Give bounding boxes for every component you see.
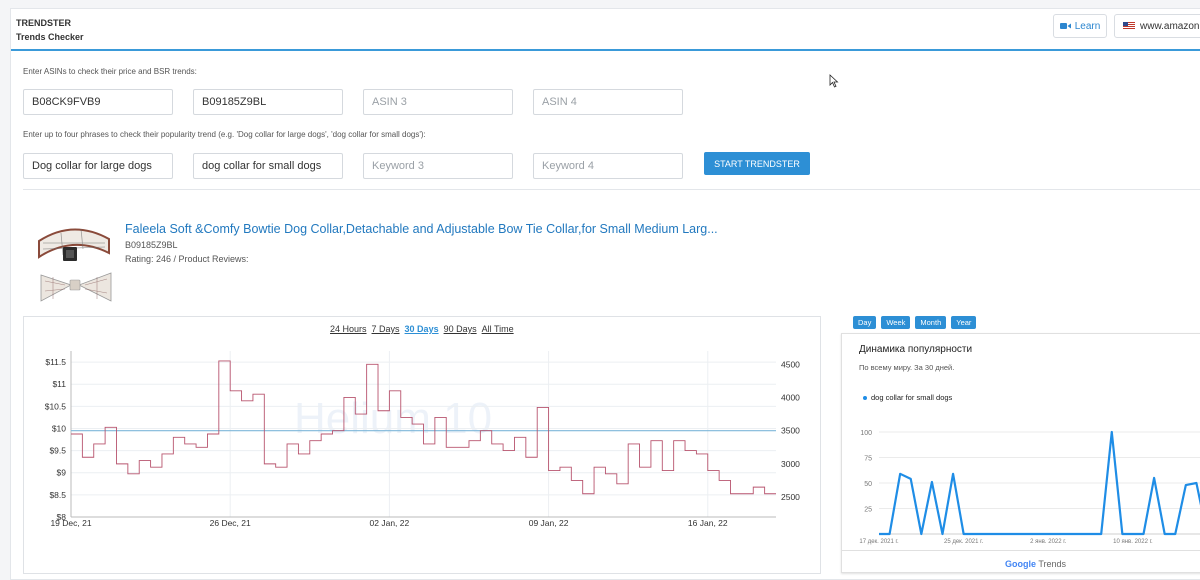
- bsr-line: [71, 360, 776, 495]
- x-tick-label: 26 Dec, 21: [210, 518, 251, 528]
- trend-period-selector: Day Week Month Year: [853, 316, 977, 329]
- y-left-tick-label: $9: [57, 468, 67, 478]
- trends-wordmark: Trends: [1038, 559, 1067, 569]
- y-right-tick-label: 2500: [781, 492, 800, 502]
- period-year-button[interactable]: Year: [951, 316, 977, 329]
- learn-button[interactable]: Learn: [1053, 14, 1107, 38]
- app-name: TRENDSTER: [16, 18, 72, 28]
- keyword-input-1[interactable]: [23, 153, 173, 179]
- price-bsr-chart-panel: 24 Hours 7 Days 30 Days 90 Days All Time…: [23, 316, 821, 574]
- product-rating: Rating: 246 / Product Reviews:: [125, 254, 249, 264]
- x-tick-label: 17 дек. 2021 г.: [859, 539, 899, 545]
- app-window: TRENDSTER Trends Checker Learn www.amazo…: [10, 8, 1200, 580]
- section-divider: [23, 189, 1200, 190]
- x-tick-label: 2 янв. 2022 г.: [1030, 539, 1067, 545]
- trends-title: Динамика популярности: [859, 344, 973, 355]
- asin-input-3[interactable]: [363, 89, 513, 115]
- y-left-tick-label: $9.5: [49, 446, 66, 456]
- y-left-tick-label: $10: [52, 423, 66, 433]
- marketplace-label: www.amazon.c: [1140, 20, 1200, 32]
- y-tick-label: 50: [864, 481, 872, 488]
- asin-input-4[interactable]: [533, 89, 683, 115]
- trends-subtitle: По всему миру. За 30 дней.: [859, 363, 955, 372]
- asin-input-1[interactable]: [23, 89, 173, 115]
- range-30-days[interactable]: 30 Days: [405, 324, 439, 334]
- video-camera-icon: [1059, 23, 1071, 29]
- x-tick-label: 19 Dec, 21: [50, 518, 91, 528]
- period-week-button[interactable]: Week: [881, 316, 911, 329]
- period-day-button[interactable]: Day: [853, 316, 877, 329]
- product-title-link[interactable]: Faleela Soft &Comfy Bowtie Dog Collar,De…: [125, 222, 718, 236]
- google-trends-chart: 25 50 75 100 17 дек. 2021 г. 25 дек. 2021 г. 2…: [859, 430, 1200, 545]
- range-all-time[interactable]: All Time: [482, 324, 514, 334]
- x-tick-label: 02 Jan, 22: [370, 518, 410, 528]
- google-wordmark: Google: [1005, 559, 1036, 569]
- x-tick-label: 25 дек. 2021 г.: [944, 539, 984, 545]
- y-right-tick-label: 4500: [781, 359, 800, 369]
- top-bar: TRENDSTER Trends Checker Learn www.amazo…: [11, 9, 1200, 51]
- google-trends-widget: Динамика популярности По всему миру. За …: [841, 333, 1200, 573]
- legend-series-name: dog collar for small dogs: [871, 393, 953, 402]
- keyword-input-4[interactable]: [533, 153, 683, 179]
- keyword-hint: Enter up to four phrases to check their …: [23, 130, 426, 139]
- trends-legend: dog collar for small dogs: [863, 393, 952, 402]
- mouse-cursor-icon: [829, 74, 839, 88]
- asin-hint: Enter ASINs to check their price and BSR…: [23, 67, 197, 76]
- helium10-watermark: Helium 10: [294, 394, 492, 443]
- y-right-tick-label: 3500: [781, 426, 800, 436]
- y-right-tick-label: 3000: [781, 459, 800, 469]
- y-tick-label: 25: [864, 507, 872, 514]
- y-tick-label: 75: [864, 456, 872, 463]
- range-90-days[interactable]: 90 Days: [444, 324, 477, 334]
- y-right-tick-label: 4000: [781, 392, 800, 402]
- y-left-tick-label: $10.5: [45, 401, 67, 411]
- keyword-input-3[interactable]: [363, 153, 513, 179]
- trends-footer: Google Trends: [842, 550, 1200, 572]
- period-month-button[interactable]: Month: [915, 316, 947, 329]
- y-left-tick-label: $11: [52, 379, 66, 389]
- marketplace-selector[interactable]: www.amazon.c: [1114, 14, 1200, 38]
- us-flag-icon: [1123, 22, 1135, 30]
- y-tick-label: 100: [860, 430, 872, 437]
- y-left-tick-label: $8.5: [49, 490, 66, 500]
- legend-dot-icon: [863, 395, 867, 400]
- learn-label: Learn: [1074, 20, 1101, 32]
- app-subtitle: Trends Checker: [16, 32, 84, 42]
- range-24-hours[interactable]: 24 Hours: [330, 324, 367, 334]
- start-trendster-button[interactable]: START TRENDSTER: [704, 152, 810, 175]
- range-7-days[interactable]: 7 Days: [372, 324, 400, 334]
- x-tick-label: 10 янв. 2022 г.: [1113, 539, 1153, 545]
- asin-input-2[interactable]: [193, 89, 343, 115]
- product-asin: B09185Z9BL: [125, 240, 178, 250]
- google-trends-logo: Google Trends: [1005, 559, 1066, 569]
- keyword-input-2[interactable]: [193, 153, 343, 179]
- price-bsr-chart: Helium 10$8$8.5$9$9.5$10$10.5$11$11.5250…: [45, 351, 800, 528]
- x-tick-label: 16 Jan, 22: [688, 518, 728, 528]
- x-tick-label: 09 Jan, 22: [529, 518, 569, 528]
- app-brand: TRENDSTER Trends Checker: [16, 16, 84, 44]
- time-range-selector: 24 Hours 7 Days 30 Days 90 Days All Time: [330, 324, 514, 334]
- product-image[interactable]: [33, 221, 113, 307]
- y-left-tick-label: $11.5: [45, 357, 66, 367]
